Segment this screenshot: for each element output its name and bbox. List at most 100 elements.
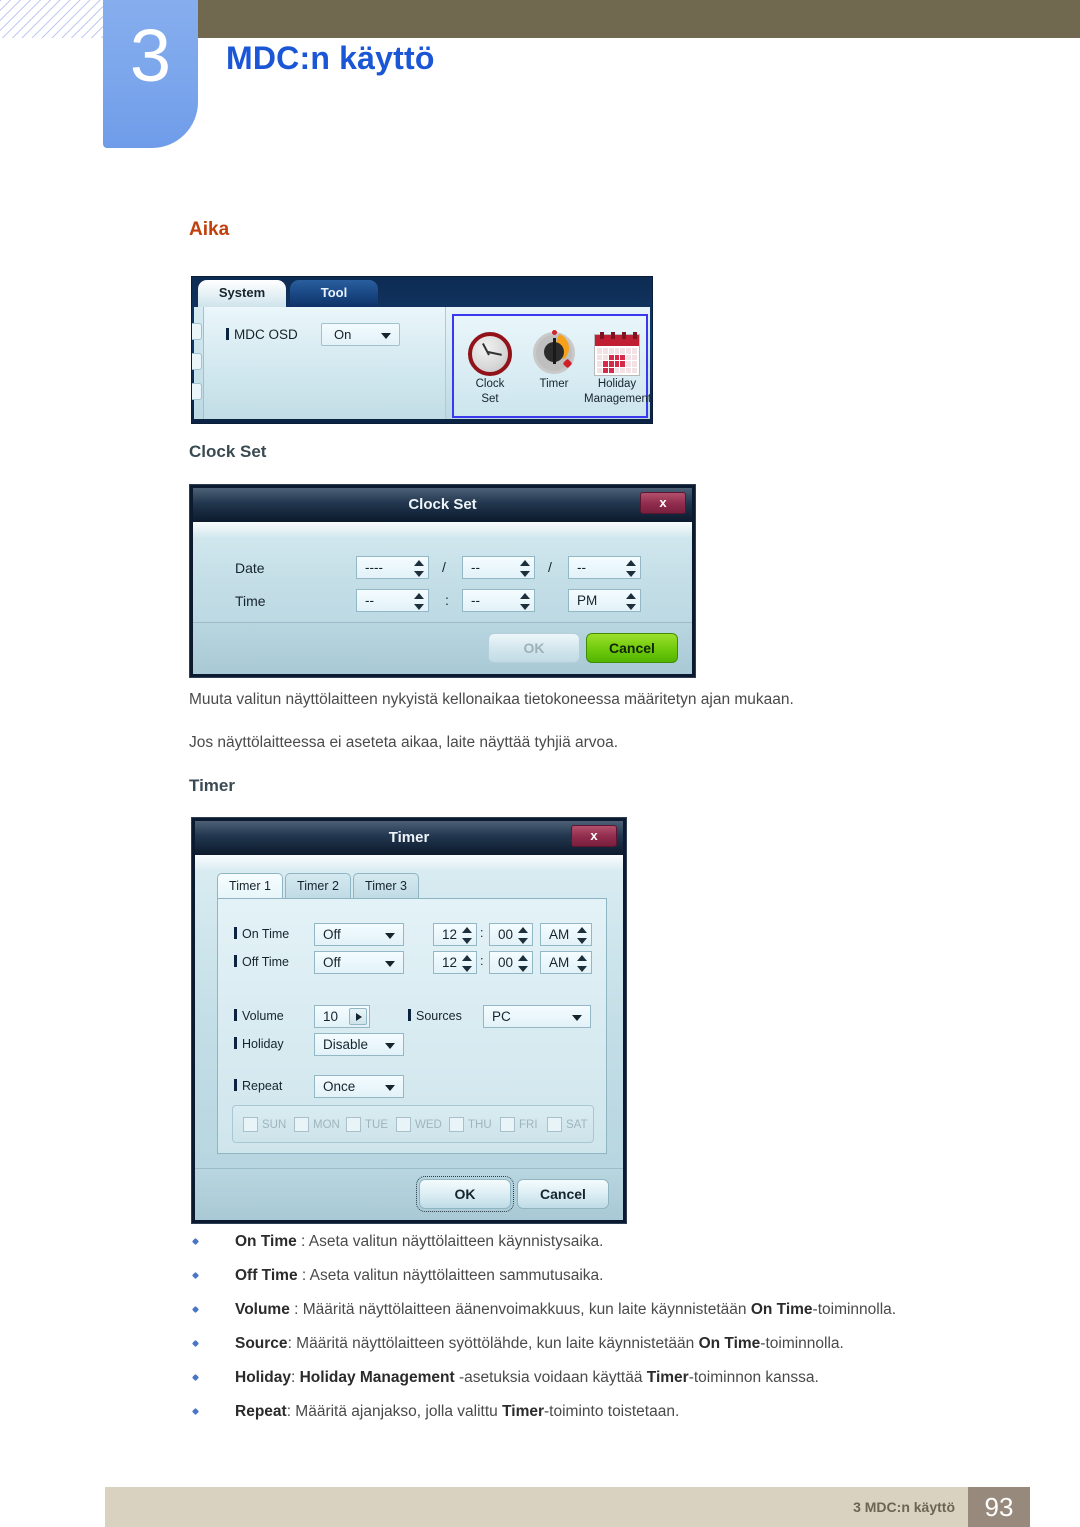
tab-timer-1[interactable]: Timer 1: [217, 873, 283, 899]
sources-label: Sources: [408, 1009, 462, 1023]
subheading-timer: Timer: [189, 776, 235, 795]
time-meridiem-value: PM: [577, 593, 598, 608]
holiday-value: Disable: [323, 1037, 369, 1052]
chevron-down-icon: [385, 961, 395, 967]
footer-chapter-label: 3 MDC:n käyttö: [853, 1499, 955, 1515]
bullet-text-2: -toiminnolla.: [760, 1335, 844, 1352]
checkbox-tue[interactable]: [346, 1117, 361, 1132]
close-icon[interactable]: x: [640, 492, 686, 514]
timer-button[interactable]: Timer: [522, 320, 586, 416]
date-day-field[interactable]: --: [568, 556, 641, 579]
bullet-text: : Määritä näyttölaitteen syöttölähde, ku…: [287, 1335, 699, 1352]
time-icon-group: Clock Set Timer Holiday Management: [452, 314, 652, 418]
close-icon[interactable]: x: [571, 825, 617, 847]
checkbox-sat[interactable]: [547, 1117, 562, 1132]
timer-icon: [522, 320, 586, 376]
off-time-label: Off Time: [234, 955, 289, 969]
bullet-icon: [191, 1339, 200, 1348]
time-minute-stepper[interactable]: [519, 592, 532, 611]
clock-set-ok-button[interactable]: OK: [488, 633, 580, 663]
date-month-value: --: [471, 560, 480, 575]
time-hour-field[interactable]: --: [356, 589, 429, 612]
chevron-down-icon: [385, 1043, 395, 1049]
date-year-field[interactable]: ----: [356, 556, 429, 579]
bullet-term-2: Timer: [502, 1403, 545, 1420]
holiday-management-icon: [584, 320, 650, 376]
timer-ok-button[interactable]: OK: [416, 1176, 514, 1212]
on-time-mode-dropdown[interactable]: Off: [314, 923, 404, 946]
volume-field[interactable]: 10: [314, 1005, 370, 1028]
date-month-field[interactable]: --: [462, 556, 535, 579]
subheading-clock-set: Clock Set: [189, 442, 267, 461]
on-time-hour-field[interactable]: 12: [433, 923, 477, 946]
off-time-minute-field[interactable]: 00: [489, 951, 533, 974]
date-year-stepper[interactable]: [413, 559, 426, 578]
mdc-osd-dropdown[interactable]: On: [321, 323, 400, 346]
date-day-stepper[interactable]: [625, 559, 638, 578]
clock-set-button[interactable]: Clock Set: [458, 320, 522, 416]
checkbox-fri[interactable]: [500, 1117, 515, 1132]
tab-system[interactable]: System: [198, 280, 286, 307]
mdc-osd-label: MDC OSD: [226, 327, 298, 342]
weekday-label-sun: SUN: [262, 1119, 287, 1131]
weekday-label-fri: FRI: [519, 1119, 538, 1131]
off-time-hour-field[interactable]: 12: [433, 951, 477, 974]
label-tick-icon: [234, 955, 237, 967]
timer-cancel-button[interactable]: Cancel: [517, 1179, 609, 1209]
repeat-dropdown[interactable]: Once: [314, 1075, 404, 1098]
chevron-down-icon: [572, 1015, 582, 1021]
on-time-meridiem-field[interactable]: AM: [540, 923, 592, 946]
off-time-meridiem-stepper[interactable]: [576, 954, 589, 973]
weekday-selector: SUN MON TUE WED THU FRI SAT: [232, 1105, 594, 1143]
time-label: Time: [235, 593, 266, 609]
off-time-minute-value: 00: [498, 955, 514, 970]
label-tick-icon: [234, 1079, 237, 1091]
volume-label-text: Volume: [242, 1009, 284, 1023]
off-time-hour-stepper[interactable]: [461, 954, 474, 973]
time-meridiem-stepper[interactable]: [625, 592, 638, 611]
sources-dropdown[interactable]: PC: [483, 1005, 591, 1028]
section-heading-aika: Aika: [189, 219, 230, 240]
list-item: Repeat: Määritä ajanjakso, jolla valittu…: [189, 1402, 1049, 1436]
checkbox-wed[interactable]: [396, 1117, 411, 1132]
clock-set-cancel-button[interactable]: Cancel: [586, 633, 678, 663]
checkbox-sun[interactable]: [243, 1117, 258, 1132]
checkbox-thu[interactable]: [449, 1117, 464, 1132]
time-meridiem-field[interactable]: PM: [568, 589, 641, 612]
on-time-label-text: On Time: [242, 927, 290, 941]
tab-timer-2[interactable]: Timer 2: [285, 873, 351, 899]
off-time-minute-stepper[interactable]: [517, 954, 530, 973]
time-hour-value: --: [365, 593, 374, 608]
bullet-text-2: -toiminnolla.: [812, 1301, 897, 1318]
bullet-term: Volume: [235, 1301, 290, 1318]
off-time-meridiem-field[interactable]: AM: [540, 951, 592, 974]
time-hour-stepper[interactable]: [413, 592, 426, 611]
holiday-dropdown[interactable]: Disable: [314, 1033, 404, 1056]
on-time-mode-value: Off: [323, 927, 341, 942]
bullet-term: Source: [235, 1335, 288, 1352]
bullet-text-3: -toiminnon kanssa.: [688, 1369, 819, 1386]
date-month-stepper[interactable]: [519, 559, 532, 578]
chevron-down-icon: [381, 333, 391, 339]
on-time-minute-field[interactable]: 00: [489, 923, 533, 946]
tab-timer-3[interactable]: Timer 3: [353, 873, 419, 899]
volume-slider-handle[interactable]: [349, 1008, 367, 1025]
edge-stub-2: [192, 353, 202, 370]
tab-tool[interactable]: Tool: [290, 280, 378, 307]
timer-dialog-footer: OK Cancel: [195, 1168, 623, 1220]
holiday-management-button[interactable]: Holiday Management: [584, 320, 652, 416]
checkbox-mon[interactable]: [294, 1117, 309, 1132]
on-time-hour-stepper[interactable]: [461, 926, 474, 945]
time-separator: :: [445, 592, 449, 608]
off-time-mode-dropdown[interactable]: Off: [314, 951, 404, 974]
edge-stub-3: [192, 383, 202, 400]
mdc-osd-value: On: [334, 327, 352, 342]
date-day-value: --: [577, 560, 586, 575]
on-time-meridiem-stepper[interactable]: [576, 926, 589, 945]
time-minute-field[interactable]: --: [462, 589, 535, 612]
system-tool-panel: System Tool MDC OSD On Clock Set Timer H…: [191, 276, 653, 424]
on-time-minute-stepper[interactable]: [517, 926, 530, 945]
sources-label-text: Sources: [416, 1009, 462, 1023]
holiday-caption-line2: Management: [584, 393, 652, 405]
on-time-minute-value: 00: [498, 927, 514, 942]
